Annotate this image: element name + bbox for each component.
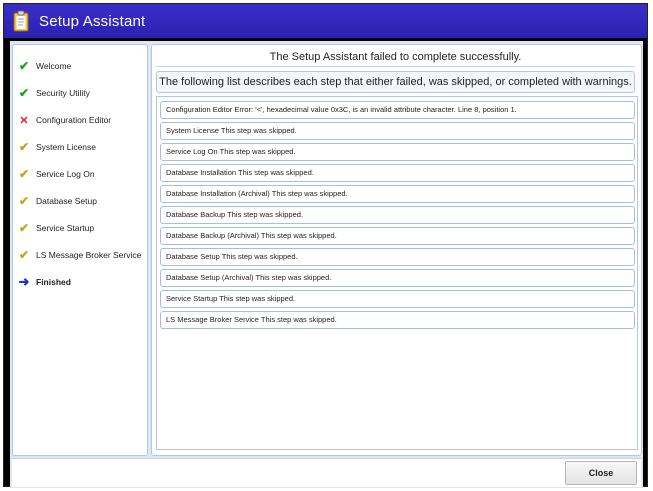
list-item: Database Installation This step was skip… bbox=[160, 164, 635, 182]
steps-sidebar: ✔ Welcome ✔ Security Utility ✕ Configura… bbox=[12, 44, 148, 456]
title-bar: Setup Assistant bbox=[4, 4, 647, 38]
results-panel: The Setup Assistant failed to complete s… bbox=[151, 44, 642, 456]
sidebar-item-ls-message-broker-service: ✔ LS Message Broker Service bbox=[13, 242, 147, 268]
setup-assistant-window: Setup Assistant ✔ Welcome ✔ Security Uti… bbox=[3, 3, 648, 488]
checkmark-icon: ✔ bbox=[18, 140, 30, 154]
sidebar-item-label: Security Utility bbox=[36, 88, 90, 98]
list-item: Database Backup (Archival) This step was… bbox=[160, 227, 635, 245]
sidebar-item-database-setup: ✔ Database Setup bbox=[13, 188, 147, 214]
list-item: Database Setup This step was skipped. bbox=[160, 248, 635, 266]
x-icon: ✕ bbox=[19, 114, 29, 127]
sidebar-item-security-utility: ✔ Security Utility bbox=[13, 80, 147, 106]
sidebar-item-label: Service Startup bbox=[36, 223, 95, 233]
checkmark-icon: ✔ bbox=[18, 86, 30, 100]
sidebar-item-label: Welcome bbox=[36, 61, 72, 71]
sidebar-item-label: Service Log On bbox=[36, 169, 95, 179]
list-item: LS Message Broker Service This step was … bbox=[160, 311, 635, 329]
sidebar-item-label: Configuration Editor bbox=[36, 115, 112, 125]
sidebar-item-label: Database Setup bbox=[36, 196, 97, 206]
content-frame: ✔ Welcome ✔ Security Utility ✕ Configura… bbox=[10, 41, 643, 488]
list-item: System License This step was skipped. bbox=[160, 122, 635, 140]
list-item: Database Setup (Archival) This step was … bbox=[160, 269, 635, 287]
sidebar-item-service-startup: ✔ Service Startup bbox=[13, 215, 147, 241]
list-item: Database Backup This step was skipped. bbox=[160, 206, 635, 224]
page-title: The Setup Assistant failed to complete s… bbox=[156, 48, 635, 67]
results-list[interactable]: Configuration Editor Error: '<', hexadec… bbox=[156, 96, 638, 450]
sidebar-item-finished: ➜ Finished bbox=[13, 269, 147, 295]
close-button[interactable]: Close bbox=[565, 461, 637, 485]
checkmark-icon: ✔ bbox=[18, 194, 30, 208]
arrow-right-icon: ➜ bbox=[18, 274, 30, 289]
list-item: Database Installation (Archival) This st… bbox=[160, 185, 635, 203]
sidebar-item-configuration-editor: ✕ Configuration Editor bbox=[13, 107, 147, 133]
sidebar-item-welcome: ✔ Welcome bbox=[13, 53, 147, 79]
checkmark-icon: ✔ bbox=[18, 248, 30, 262]
checkmark-icon: ✔ bbox=[18, 221, 30, 235]
footer-bar: Close bbox=[12, 458, 641, 487]
list-item: Service Log On This step was skipped. bbox=[160, 143, 635, 161]
sidebar-item-label: System License bbox=[36, 142, 96, 152]
list-item: Configuration Editor Error: '<', hexadec… bbox=[160, 101, 635, 119]
sidebar-item-system-license: ✔ System License bbox=[13, 134, 147, 160]
list-item: Service Startup This step was skipped. bbox=[160, 290, 635, 308]
checkmark-icon: ✔ bbox=[18, 167, 30, 181]
window-title: Setup Assistant bbox=[39, 12, 146, 30]
results-description: The following list describes each step t… bbox=[156, 71, 635, 93]
clipboard-icon bbox=[13, 10, 29, 32]
sidebar-item-label: LS Message Broker Service bbox=[36, 250, 142, 260]
sidebar-item-service-log-on: ✔ Service Log On bbox=[13, 161, 147, 187]
sidebar-item-label: Finished bbox=[36, 277, 71, 287]
checkmark-icon: ✔ bbox=[18, 59, 30, 73]
